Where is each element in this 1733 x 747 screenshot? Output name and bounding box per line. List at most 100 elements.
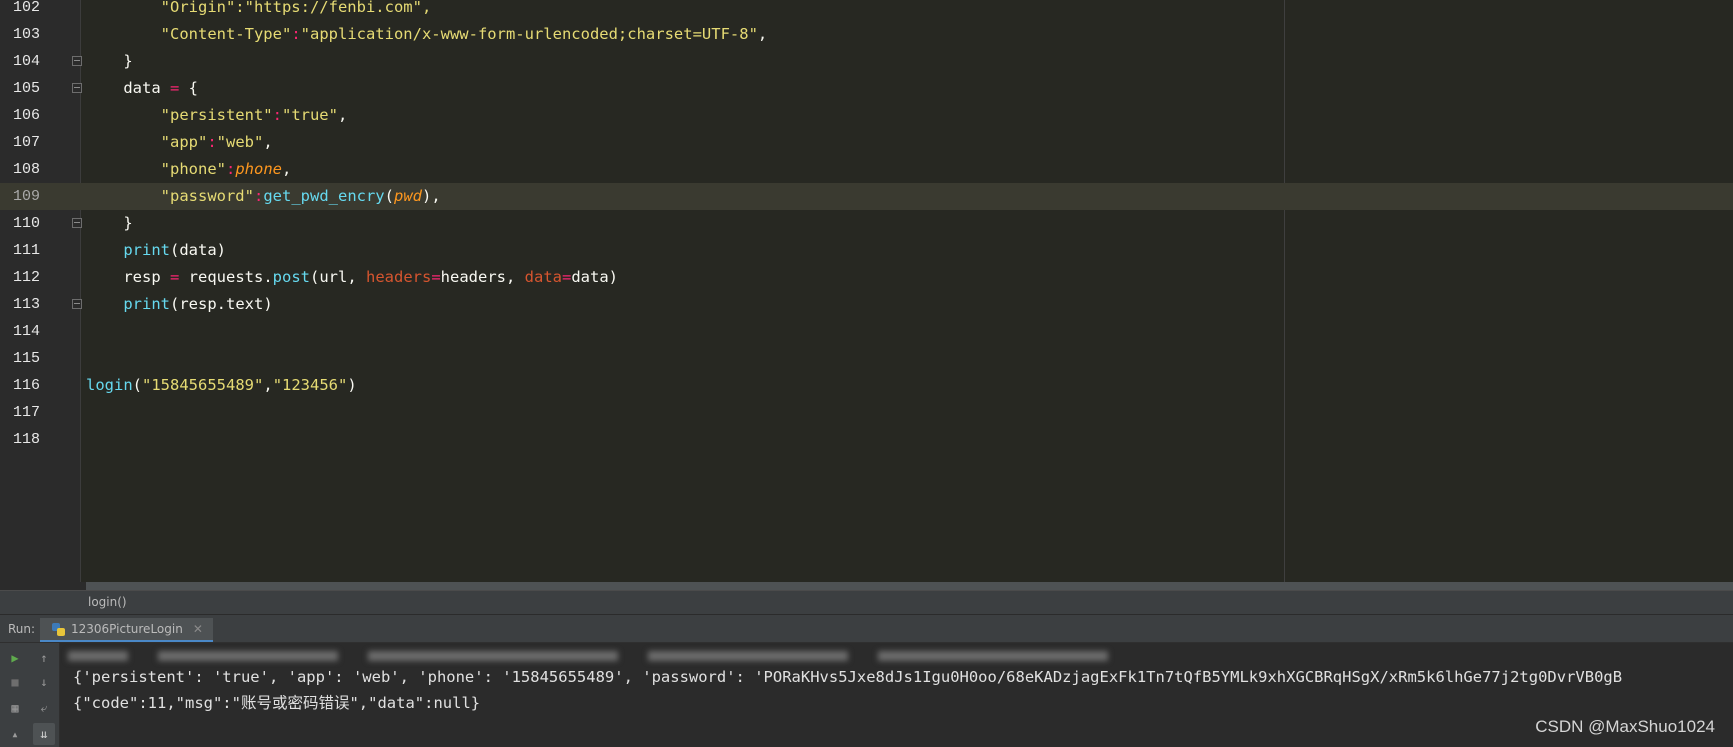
code-token: :	[207, 133, 217, 151]
code-token: =	[170, 79, 180, 97]
code-token: data	[524, 268, 562, 286]
code-text: data = {	[86, 75, 198, 102]
code-token: (resp.text)	[170, 295, 273, 313]
code-line[interactable]: 114	[0, 318, 1733, 345]
code-line[interactable]: 105 data = {	[0, 75, 1733, 102]
code-token: resp	[86, 268, 170, 286]
code-token: "password"	[160, 187, 254, 205]
layout-icon[interactable]: ▦	[4, 697, 26, 719]
code-line[interactable]: 110 }	[0, 210, 1733, 237]
watermark: CSDN @MaxShuo1024	[1535, 717, 1715, 736]
code-line[interactable]: 115	[0, 345, 1733, 372]
code-line[interactable]: 102 "Origin":"https://fenbi.com",	[0, 0, 1733, 21]
code-line[interactable]: 117	[0, 399, 1733, 426]
code-token: headers,	[440, 268, 525, 286]
scroll-to-end-icon[interactable]: ⇊	[33, 723, 55, 745]
code-text: "Origin":"https://fenbi.com",	[86, 0, 432, 21]
console-output-line: {"code":11,"msg":"账号或密码错误","data":null}	[73, 694, 481, 712]
code-token: :	[291, 25, 301, 43]
code-text: "phone":phone,	[86, 156, 292, 183]
code-token: (url,	[310, 268, 366, 286]
code-line[interactable]: 104 }	[0, 48, 1733, 75]
code-text: "persistent":"true",	[86, 102, 348, 129]
code-text: resp = requests.post(url, headers=header…	[86, 264, 618, 291]
code-token: ),	[422, 187, 441, 205]
run-tab[interactable]: 12306PictureLogin ✕	[40, 618, 213, 642]
fold-icon[interactable]	[72, 56, 82, 66]
code-line[interactable]: 116 login("15845655489","123456")	[0, 372, 1733, 399]
code-token: :	[272, 106, 282, 124]
code-token: print	[123, 295, 170, 313]
fold-icon[interactable]	[72, 83, 82, 93]
code-token: ,	[337, 106, 348, 124]
code-token: ,	[282, 160, 292, 178]
run-console[interactable]: ▶ ↑ ■ ↓ ▦ ⤶ ▴ ⇊ {'persistent': 'true', '…	[0, 643, 1733, 747]
code-token: ,	[263, 376, 273, 394]
pin-icon[interactable]: ▴	[4, 723, 26, 745]
scrollbar-thumb[interactable]	[86, 582, 1733, 590]
run-label: Run:	[8, 622, 36, 636]
line-number: 110	[12, 215, 40, 232]
horizontal-scrollbar[interactable]	[86, 582, 1733, 590]
line-number: 106	[12, 107, 40, 124]
code-token: "Content-Type"	[160, 25, 292, 43]
code-line[interactable]: 103 "Content-Type":"application/x-www-fo…	[0, 21, 1733, 48]
code-line[interactable]: 108 "phone":phone,	[0, 156, 1733, 183]
code-token: get_pwd_encry	[263, 187, 385, 205]
code-line[interactable]: 109 "password":get_pwd_encry(pwd),	[0, 183, 1733, 210]
code-text: "password":get_pwd_encry(pwd),	[86, 183, 441, 210]
code-editor[interactable]: 102 "Origin":"https://fenbi.com", 103 "Co…	[0, 0, 1733, 582]
line-number: 102	[12, 0, 40, 16]
breadcrumb[interactable]: login()	[88, 595, 127, 609]
code-text: }	[86, 210, 133, 237]
stop-icon[interactable]: ■	[4, 671, 26, 693]
line-number: 112	[12, 269, 40, 286]
code-text: "Content-Type":"application/x-www-form-u…	[86, 21, 768, 48]
code-token: print	[123, 241, 170, 259]
line-number: 115	[12, 350, 40, 367]
code-line[interactable]: 107 "app":"web",	[0, 129, 1733, 156]
rerun-icon[interactable]: ▶	[4, 647, 26, 669]
code-line[interactable]: 118	[0, 426, 1733, 453]
code-token: (	[384, 187, 394, 205]
code-text: print(resp.text)	[86, 291, 273, 318]
code-token: =	[431, 268, 441, 286]
fold-icon[interactable]	[72, 218, 82, 228]
code-token: ,	[757, 25, 768, 43]
code-line[interactable]: 113 print(resp.text)	[0, 291, 1733, 318]
code-token: {	[179, 79, 199, 97]
code-text: login("15845655489","123456")	[86, 372, 357, 399]
code-token: "phone"	[160, 160, 226, 178]
code-token: )	[347, 376, 357, 394]
code-token: =	[562, 268, 572, 286]
redacted-output-line	[68, 647, 1128, 665]
line-number: 111	[12, 242, 40, 259]
line-number: 108	[12, 161, 40, 178]
code-line[interactable]: 111 print(data)	[0, 237, 1733, 264]
code-token: "123456"	[272, 376, 348, 394]
down-arrow-icon[interactable]: ↓	[33, 671, 55, 693]
code-token: }	[86, 52, 133, 70]
fold-icon[interactable]	[72, 299, 82, 309]
line-number: 109	[12, 188, 40, 205]
line-number: 104	[12, 53, 40, 70]
code-text: "app":"web",	[86, 129, 273, 156]
code-token: "Origin":"https://fenbi.com",	[86, 0, 432, 16]
code-token: requests.	[179, 268, 273, 286]
code-line[interactable]: 112 resp = requests.post(url, headers=he…	[0, 264, 1733, 291]
code-token: pwd	[394, 187, 422, 205]
code-line[interactable]: 106 "persistent":"true",	[0, 102, 1733, 129]
code-token: }	[86, 214, 133, 232]
soft-wrap-icon[interactable]: ⤶	[33, 697, 55, 719]
line-number: 116	[12, 377, 40, 394]
up-arrow-icon[interactable]: ↑	[33, 647, 55, 669]
code-token: "persistent"	[160, 106, 273, 124]
close-icon[interactable]: ✕	[193, 622, 203, 636]
line-number: 113	[12, 296, 40, 313]
